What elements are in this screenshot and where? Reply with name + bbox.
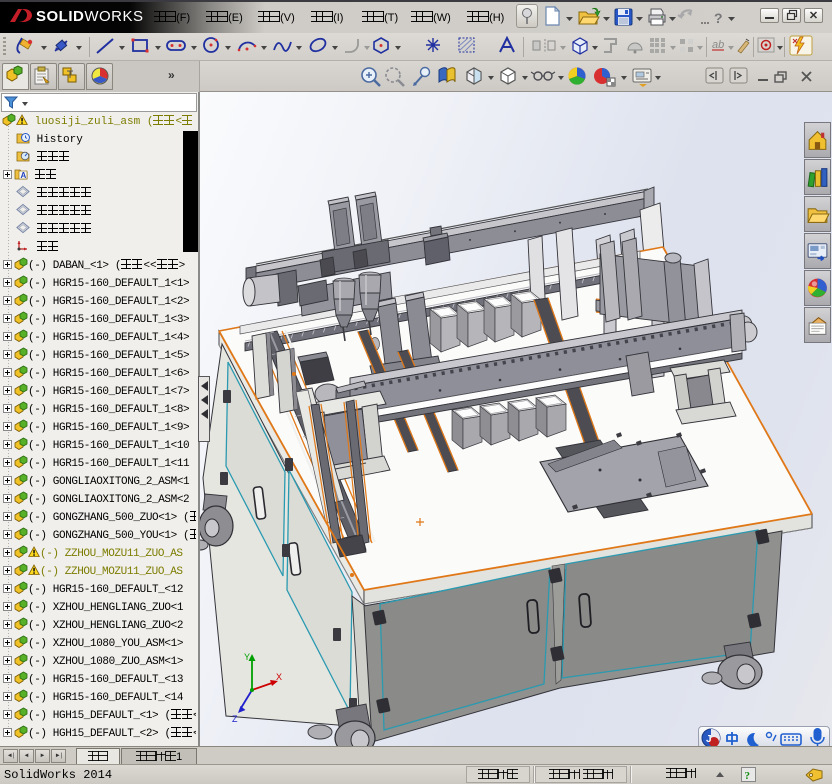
svg-text:J: J: [706, 734, 712, 745]
svg-text:?: ?: [714, 10, 723, 26]
svg-text:A: A: [21, 171, 27, 180]
svg-text:X: X: [276, 672, 282, 682]
svg-text:Y: Y: [244, 652, 250, 662]
svg-text:ab: ab: [712, 39, 724, 51]
svg-text:?: ?: [745, 770, 751, 781]
svg-text:Z: Z: [232, 714, 238, 724]
